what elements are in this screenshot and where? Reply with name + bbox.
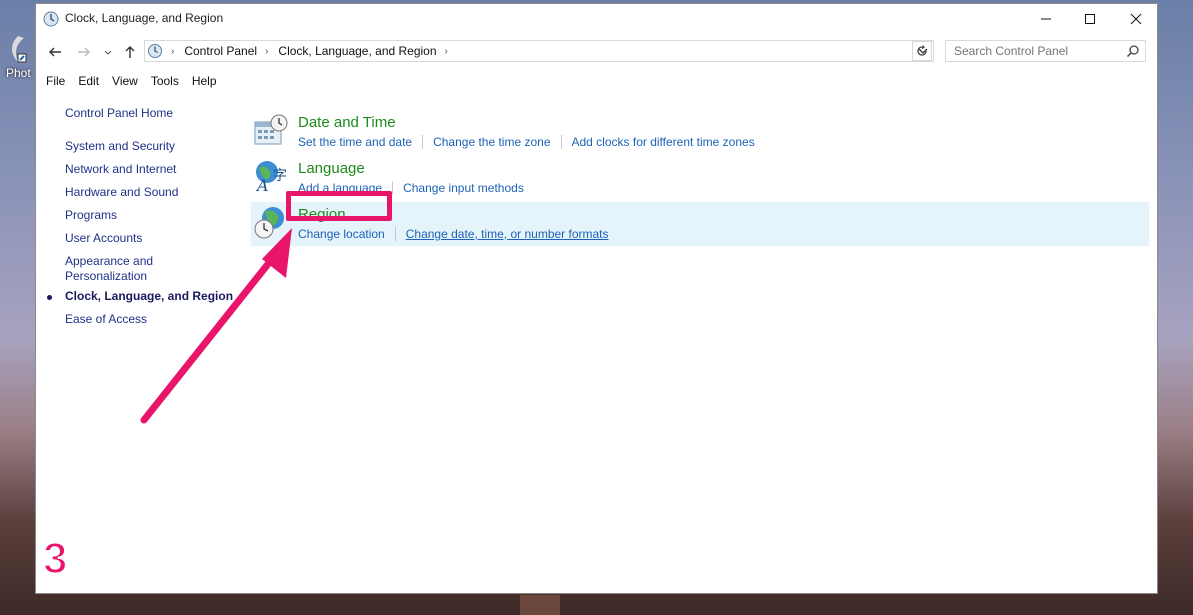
link-divider — [394, 227, 396, 241]
photos-shortcut-icon[interactable] — [4, 34, 32, 64]
control-panel-location-icon — [148, 44, 162, 58]
breadcrumb-control-panel[interactable]: Control Panel — [184, 44, 257, 58]
link-change-time-zone[interactable]: Change the time zone — [433, 135, 550, 149]
maximize-button[interactable] — [1067, 4, 1113, 34]
sidebar-item-ease-of-access[interactable]: Ease of Access — [65, 312, 147, 327]
menu-view[interactable]: View — [112, 74, 138, 92]
current-section-bullet — [47, 295, 52, 300]
breadcrumb-separator-icon: › — [265, 45, 269, 57]
menu-tools[interactable]: Tools — [151, 74, 179, 92]
region-globe-clock-icon — [254, 207, 284, 239]
category-title-language[interactable]: Language — [298, 160, 365, 177]
sidebar-item-clock-language-region: Clock, Language, and Region — [65, 289, 234, 303]
sidebar-item-programs[interactable]: Programs — [65, 208, 117, 223]
back-arrow-icon — [49, 47, 61, 57]
menu-edit[interactable]: Edit — [78, 74, 99, 92]
link-divider — [392, 181, 394, 195]
forward-button[interactable] — [74, 42, 94, 62]
calendar-clock-icon — [254, 114, 288, 145]
link-divider — [422, 135, 424, 149]
recent-locations-button[interactable] — [98, 42, 118, 62]
close-icon — [1130, 13, 1142, 25]
sidebar-item-appearance[interactable]: Appearance and — [65, 254, 153, 269]
back-button[interactable] — [45, 42, 65, 62]
navigation-bar: › Control Panel › Clock, Language, and R… — [36, 40, 1157, 64]
category-links-date-time: Set the time and date Change the time zo… — [298, 135, 755, 149]
up-arrow-icon — [125, 46, 135, 58]
forward-arrow-icon — [78, 47, 90, 57]
search-input[interactable] — [945, 40, 1146, 62]
desktop-road-detail — [520, 595, 560, 615]
search-icon[interactable] — [1126, 44, 1140, 58]
chevron-down-icon — [104, 50, 112, 55]
link-change-location[interactable]: Change location — [298, 227, 385, 241]
sidebar-item-personalization[interactable]: Personalization — [65, 269, 147, 284]
sidebar-control-panel-home[interactable]: Control Panel Home — [65, 106, 173, 121]
annotation-highlight-box — [286, 191, 392, 221]
menu-bar: File Edit View Tools Help — [36, 74, 220, 92]
link-add-clocks[interactable]: Add clocks for different time zones — [572, 135, 755, 149]
minimize-icon — [1041, 18, 1051, 20]
category-links-region: Change location Change date, time, or nu… — [298, 227, 609, 241]
sidebar-item-system-security[interactable]: System and Security — [65, 139, 175, 154]
sidebar-item-network-internet[interactable]: Network and Internet — [65, 162, 176, 177]
menu-help[interactable]: Help — [192, 74, 217, 92]
svg-text:字: 字 — [273, 168, 287, 184]
desktop-icon-label: Phot — [6, 66, 31, 80]
link-divider — [560, 135, 562, 149]
language-globe-icon: A 字 — [255, 161, 287, 194]
link-set-time-date[interactable]: Set the time and date — [298, 135, 412, 149]
sidebar-item-hardware-sound[interactable]: Hardware and Sound — [65, 185, 178, 200]
refresh-button[interactable] — [912, 41, 932, 61]
sidebar-item-user-accounts[interactable]: User Accounts — [65, 231, 142, 246]
link-change-input-methods[interactable]: Change input methods — [403, 181, 524, 195]
link-change-formats[interactable]: Change date, time, or number formats — [406, 227, 609, 241]
breadcrumb-separator-icon: › — [171, 45, 175, 57]
category-date-and-time: Date and Time Set the time and date Chan… — [251, 110, 1149, 154]
desktop-left-strip: Phot — [0, 0, 36, 615]
control-panel-clock-icon — [43, 11, 59, 27]
refresh-icon — [917, 45, 927, 56]
breadcrumb-clock-language-region[interactable]: Clock, Language, and Region — [278, 44, 436, 58]
breadcrumb-separator-icon: › — [444, 45, 448, 57]
annotation-step-number: 3 — [42, 533, 69, 584]
control-panel-window: Clock, Language, and Region › Control Pa… — [35, 3, 1158, 594]
minimize-button[interactable] — [1023, 4, 1069, 34]
close-button[interactable] — [1113, 4, 1159, 34]
window-title: Clock, Language, and Region — [65, 11, 224, 25]
title-bar[interactable]: Clock, Language, and Region — [36, 4, 1157, 34]
maximize-icon — [1085, 14, 1095, 24]
menu-file[interactable]: File — [46, 74, 65, 92]
svg-text:A: A — [255, 176, 269, 194]
up-button[interactable] — [120, 42, 140, 62]
category-title-date-time[interactable]: Date and Time — [298, 114, 396, 131]
address-bar[interactable]: › Control Panel › Clock, Language, and R… — [144, 40, 934, 62]
